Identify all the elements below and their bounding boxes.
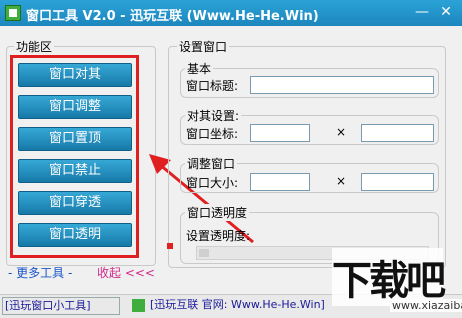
click-through-window-button[interactable]: 窗口穿透 bbox=[18, 191, 132, 215]
window-coord-label: 窗口坐标: bbox=[186, 127, 239, 141]
size-separator: × bbox=[336, 174, 347, 188]
coord-x-input[interactable] bbox=[250, 124, 310, 142]
function-panel-title: 功能区 bbox=[14, 38, 55, 55]
adjust-window-button[interactable]: 窗口调整 bbox=[18, 95, 132, 119]
more-tools-link[interactable]: - 更多工具 - bbox=[8, 264, 72, 281]
size-width-input[interactable] bbox=[250, 173, 310, 191]
status-website-text: [迅玩互联 官网: Www.He-He.Win] bbox=[150, 298, 325, 311]
close-icon[interactable]: ✕ bbox=[434, 3, 458, 21]
red-marker bbox=[167, 243, 173, 249]
topmost-window-button[interactable]: 窗口置顶 bbox=[18, 127, 132, 151]
coord-y-input[interactable] bbox=[361, 124, 434, 142]
minimize-icon[interactable]: — bbox=[410, 3, 434, 21]
basic-group-title: 基本 bbox=[185, 60, 214, 77]
title-bar[interactable]: 窗口工具 V2.0 - 迅玩互联 (Www.He-He.Win) — ✕ bbox=[0, 0, 462, 26]
status-app-icon bbox=[132, 299, 145, 312]
opacity-label: 设置透明度: bbox=[186, 229, 251, 243]
watermark: 下载吧 www.xiazaiba.com bbox=[330, 248, 462, 318]
settings-panel-title: 设置窗口 bbox=[177, 38, 230, 55]
coord-separator: × bbox=[336, 125, 347, 139]
align-window-button[interactable]: 窗口对其 bbox=[18, 63, 132, 87]
resize-group-title: 调整窗口 bbox=[185, 155, 238, 172]
transparent-window-button[interactable]: 窗口透明 bbox=[18, 223, 132, 247]
status-app-name: [迅玩窗口小工具] bbox=[2, 297, 120, 315]
window-size-label: 窗口大小: bbox=[186, 176, 239, 190]
opacity-group-title: 窗口透明度 bbox=[185, 204, 250, 221]
collapse-link[interactable]: 收起 <<< bbox=[97, 264, 155, 281]
window-title-label: 窗口标题: bbox=[186, 79, 239, 93]
watermark-logo-text: 下载吧 bbox=[332, 248, 446, 306]
watermark-url: www.xiazaiba.com bbox=[390, 299, 462, 312]
scroll-thumb[interactable] bbox=[199, 249, 209, 257]
align-group-title: 对其设置: bbox=[185, 107, 242, 124]
main-window: 窗口工具 V2.0 - 迅玩互联 (Www.He-He.Win) — ✕ 功能区… bbox=[0, 0, 462, 318]
size-height-input[interactable] bbox=[361, 173, 434, 191]
disable-window-button[interactable]: 窗口禁止 bbox=[18, 159, 132, 183]
window-title-input[interactable] bbox=[250, 76, 434, 94]
app-icon bbox=[5, 5, 21, 21]
window-title: 窗口工具 V2.0 - 迅玩互联 (Www.He-He.Win) bbox=[26, 9, 319, 24]
